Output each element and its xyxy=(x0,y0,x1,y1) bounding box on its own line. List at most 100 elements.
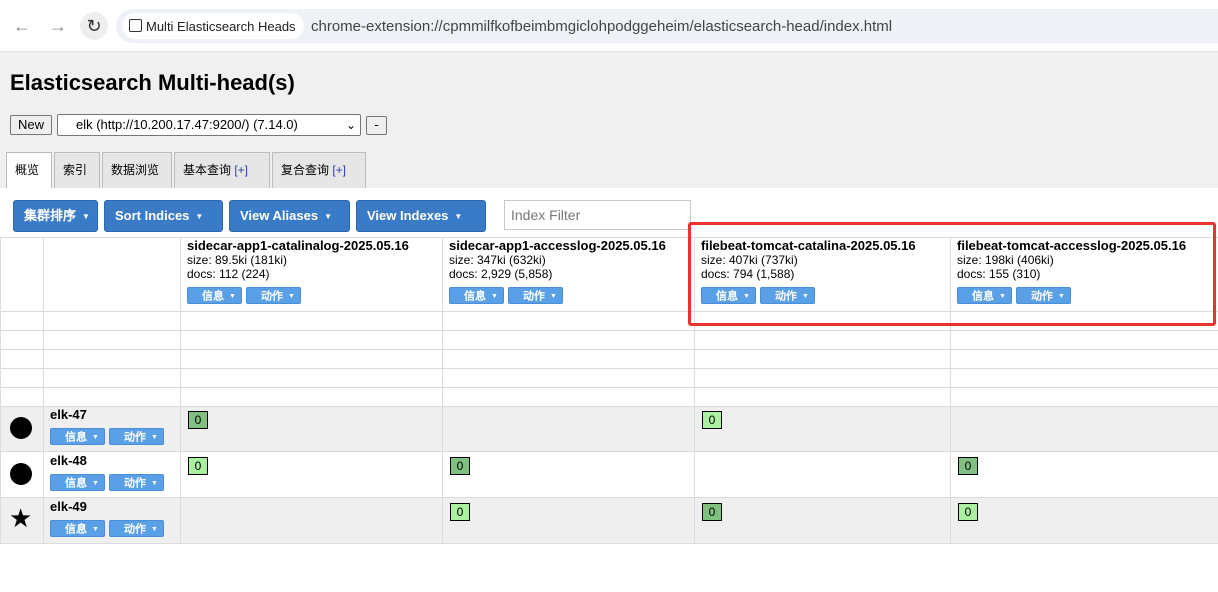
caret-down-icon: ▼ xyxy=(549,293,557,300)
grid-line xyxy=(0,330,1218,331)
node-row-bg xyxy=(0,497,1218,543)
shard-primary[interactable]: 0 xyxy=(188,411,208,429)
index-header: filebeat-tomcat-catalina-2025.05.16 size… xyxy=(701,239,916,304)
node-name: elk-49 xyxy=(50,499,87,514)
index-action-button[interactable]: 动作 ▼ xyxy=(759,287,815,304)
grid-line xyxy=(0,497,1218,498)
node-action-button[interactable]: 动作 ▼ xyxy=(108,474,164,491)
view-indexes-button[interactable]: View Indexes ▼ xyxy=(356,200,486,232)
tab-compound-query[interactable]: 复合查询 [+] xyxy=(272,152,366,188)
shard-replica[interactable]: 0 xyxy=(450,503,470,521)
address-bar[interactable]: Multi Elasticsearch Heads chrome-extensi… xyxy=(116,9,1218,43)
index-info-button[interactable]: 信息 ▼ xyxy=(187,287,242,304)
cluster-overview-grid: sidecar-app1-catalinalog-2025.05.16 size… xyxy=(0,237,1218,545)
caret-down-icon: ▼ xyxy=(92,526,99,533)
tab-browser[interactable]: 数据浏览 xyxy=(102,152,172,188)
shard-primary[interactable]: 0 xyxy=(702,503,722,521)
reload-icon[interactable]: ↻ xyxy=(80,12,108,40)
node-buttons: 信息 ▼ 动作 ▼ xyxy=(50,520,168,537)
shard-primary[interactable]: 0 xyxy=(958,457,978,475)
index-name: filebeat-tomcat-accesslog-2025.05.16 xyxy=(957,238,1187,253)
index-size: size: 89.5ki (181ki) xyxy=(187,253,288,267)
puzzle-icon xyxy=(129,19,142,32)
index-action-button[interactable]: 动作 ▼ xyxy=(245,287,301,304)
app-header: Elasticsearch Multi-head(s) New elk (htt… xyxy=(0,52,1218,188)
index-docs: docs: 2,929 (5,858) xyxy=(449,267,553,281)
star-icon: ★ xyxy=(9,503,33,533)
grid-line xyxy=(0,368,1218,369)
sort-indices-button[interactable]: Sort Indices ▼ xyxy=(104,200,223,232)
grid-line xyxy=(0,311,1218,312)
node-row-bg xyxy=(0,406,1218,451)
index-name: sidecar-app1-accesslog-2025.05.16 xyxy=(449,238,666,253)
index-info-button[interactable]: 信息 ▼ xyxy=(701,287,756,304)
caret-down-icon: ▼ xyxy=(454,211,463,221)
caret-down-icon: ▼ xyxy=(92,480,99,487)
index-filter-input[interactable]: Index Filter xyxy=(504,200,691,230)
cluster-sort-button[interactable]: 集群排序 ▼ xyxy=(13,200,98,232)
shard-replica[interactable]: 0 xyxy=(188,457,208,475)
caret-down-icon: ▼ xyxy=(491,293,498,300)
node-buttons: 信息 ▼ 动作 ▼ xyxy=(50,428,168,445)
index-size: size: 198ki (406ki) xyxy=(957,253,1054,267)
circle-icon xyxy=(10,463,32,485)
back-arrow-icon[interactable]: ← xyxy=(8,12,36,40)
caret-down-icon: ▼ xyxy=(150,434,158,441)
index-header: sidecar-app1-accesslog-2025.05.16 size: … xyxy=(449,239,666,304)
remove-connection-button[interactable]: - xyxy=(366,116,387,135)
index-docs: docs: 794 (1,588) xyxy=(701,267,795,281)
cluster-select-value: elk (http://10.200.17.47:9200/) (7.14.0) xyxy=(76,117,298,132)
extension-chip-label: Multi Elasticsearch Heads xyxy=(146,18,296,34)
caret-down-icon: ▼ xyxy=(195,211,204,221)
node-info-button[interactable]: 信息 ▼ xyxy=(50,428,105,445)
index-action-button[interactable]: 动作 ▼ xyxy=(507,287,563,304)
caret-down-icon: ▼ xyxy=(1057,293,1065,300)
grid-line xyxy=(0,349,1218,350)
tab-basic-query[interactable]: 基本查询 [+] xyxy=(174,152,270,188)
extension-chip[interactable]: Multi Elasticsearch Heads xyxy=(122,13,304,39)
index-info-button[interactable]: 信息 ▼ xyxy=(957,287,1012,304)
caret-down-icon: ▼ xyxy=(150,480,158,487)
caret-down-icon: ▼ xyxy=(92,434,99,441)
index-info-button[interactable]: 信息 ▼ xyxy=(449,287,504,304)
view-aliases-button[interactable]: View Aliases ▼ xyxy=(229,200,350,232)
caret-down-icon: ▼ xyxy=(287,293,295,300)
index-size: size: 347ki (632ki) xyxy=(449,253,546,267)
tab-overview[interactable]: 概览 xyxy=(6,152,52,188)
node-action-button[interactable]: 动作 ▼ xyxy=(108,520,164,537)
url-text[interactable]: chrome-extension://cpmmilfkofbeimbmgiclo… xyxy=(311,18,892,35)
index-name: filebeat-tomcat-catalina-2025.05.16 xyxy=(701,238,916,253)
grid-line xyxy=(0,406,1218,407)
shard-replica[interactable]: 0 xyxy=(958,503,978,521)
grid-line xyxy=(0,543,1218,544)
shard-primary[interactable]: 0 xyxy=(450,457,470,475)
grid-line xyxy=(0,451,1218,452)
caret-down-icon: ▼ xyxy=(82,211,90,221)
cluster-select[interactable]: elk (http://10.200.17.47:9200/) (7.14.0)… xyxy=(57,114,361,136)
caret-down-icon: ▼ xyxy=(999,293,1006,300)
node-info-button[interactable]: 信息 ▼ xyxy=(50,520,105,537)
shard-replica[interactable]: 0 xyxy=(702,411,722,429)
index-action-button[interactable]: 动作 ▼ xyxy=(1015,287,1071,304)
caret-down-icon: ▼ xyxy=(229,293,236,300)
index-header: sidecar-app1-catalinalog-2025.05.16 size… xyxy=(187,239,409,304)
index-docs: docs: 155 (310) xyxy=(957,267,1041,281)
browser-toolbar: ← → ↻ Multi Elasticsearch Heads chrome-e… xyxy=(0,0,1218,52)
node-row-bg xyxy=(0,451,1218,497)
page-title: Elasticsearch Multi-head(s) xyxy=(10,70,295,95)
tab-indices[interactable]: 索引 xyxy=(54,152,100,188)
circle-icon xyxy=(10,417,32,439)
node-action-button[interactable]: 动作 ▼ xyxy=(108,428,164,445)
caret-down-icon: ▼ xyxy=(743,293,750,300)
index-size: size: 407ki (737ki) xyxy=(701,253,798,267)
index-name: sidecar-app1-catalinalog-2025.05.16 xyxy=(187,238,409,253)
new-connection-button[interactable]: New xyxy=(10,115,53,135)
chevron-down-icon: ⌄ xyxy=(345,118,356,132)
grid-line xyxy=(0,387,1218,388)
index-docs: docs: 112 (224) xyxy=(187,267,270,281)
node-info-button[interactable]: 信息 ▼ xyxy=(50,474,105,491)
caret-down-icon: ▼ xyxy=(324,211,332,221)
node-name: elk-47 xyxy=(50,407,87,422)
forward-arrow-icon[interactable]: → xyxy=(44,12,72,40)
overview-toolbar: 集群排序 ▼ Sort Indices ▼ View Aliases ▼ View I… xyxy=(0,188,1218,238)
